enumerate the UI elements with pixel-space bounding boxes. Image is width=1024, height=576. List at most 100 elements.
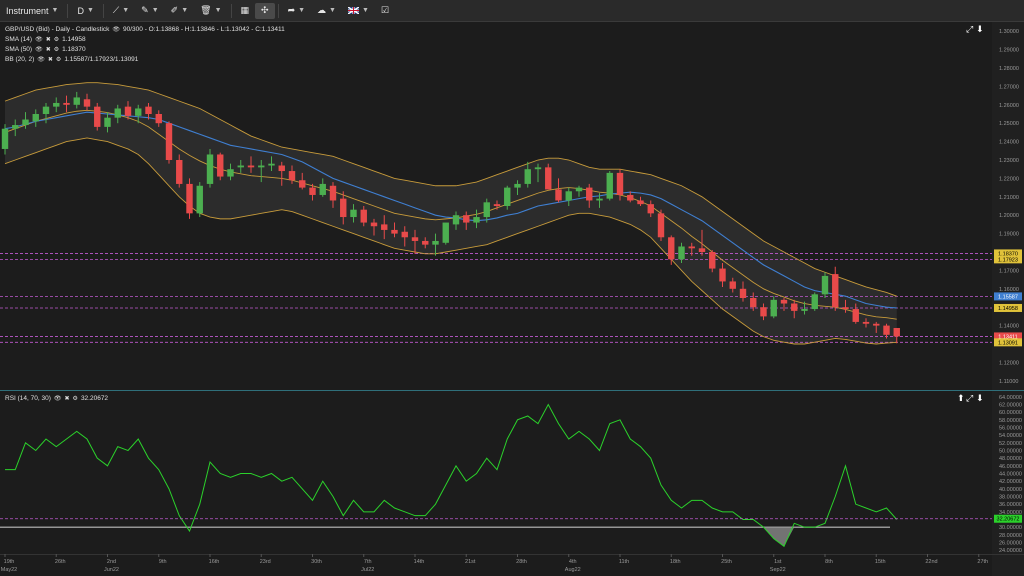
- x-tick-label: 15th: [875, 559, 886, 565]
- rsi-y-tick-label: 26.00000: [999, 541, 1022, 547]
- trash-icon: 🗑: [200, 5, 212, 15]
- y-tick-label: 1.28000: [999, 66, 1019, 72]
- sma50-label: SMA (50): [5, 46, 33, 53]
- gear-icon[interactable]: ⚙: [54, 35, 59, 45]
- trash-button[interactable]: 🗑 ▼: [194, 0, 227, 22]
- sma50-value: 1.18370: [62, 46, 86, 53]
- rsi-value: 32.20672: [80, 395, 109, 402]
- chevron-down-icon: ▼: [214, 7, 222, 14]
- language-button[interactable]: ▼: [342, 0, 375, 22]
- chevron-down-icon: ▼: [86, 7, 94, 14]
- pencil-ruler-icon: ✐: [170, 5, 179, 15]
- toolbar: Instrument ▼ D ▼ ⟋ ▼ ✎ ▼ ✐ ▼ 🗑 ▼ ▦ ✣ ➦ ▼ ☁ ▼ ▼ ☑: [0, 0, 1024, 22]
- candle: [893, 327, 900, 337]
- flag-uk-icon: [347, 7, 359, 14]
- y-tick-label: 1.17000: [999, 268, 1019, 274]
- candle: [319, 183, 326, 195]
- gear-icon[interactable]: ⚙: [56, 55, 61, 65]
- candle: [299, 180, 306, 188]
- expand-icon[interactable]: ⤢: [966, 24, 973, 35]
- candle: [370, 222, 378, 227]
- arrow-down-icon[interactable]: ⬇: [976, 24, 984, 35]
- candle: [432, 240, 439, 245]
- x-tick-label: 16th: [209, 559, 220, 565]
- close-icon[interactable]: ✖: [46, 45, 51, 55]
- price-badge-label: 1.14958: [998, 306, 1018, 312]
- candle: [606, 172, 613, 199]
- x-tick-label: 2nd: [107, 559, 116, 565]
- candle: [452, 215, 460, 225]
- candle: [237, 165, 244, 168]
- rsi-y-tick-label: 52.00000: [999, 441, 1022, 447]
- arrow-up-icon[interactable]: ⬆: [957, 393, 965, 404]
- candle: [196, 185, 203, 214]
- chevron-down-icon: ▼: [361, 7, 369, 14]
- eye-icon[interactable]: 👁: [37, 55, 45, 65]
- candle: [135, 108, 142, 116]
- draw-line-button[interactable]: ⟋ ▼: [107, 0, 135, 22]
- eye-icon[interactable]: 👁: [35, 35, 43, 45]
- sma14-label: SMA (14): [5, 36, 33, 43]
- x-tick-label: 23rd: [260, 559, 271, 565]
- share-icon: ➦: [287, 5, 296, 15]
- close-icon[interactable]: ✖: [48, 55, 53, 65]
- candle: [422, 240, 429, 245]
- x-tick-label: 4th: [569, 559, 577, 565]
- eye-icon[interactable]: 👁: [35, 45, 43, 55]
- gear-icon[interactable]: ⚙: [73, 394, 78, 404]
- share-button[interactable]: ➦ ▼: [282, 0, 311, 22]
- candle: [842, 307, 849, 310]
- candle: [176, 160, 183, 184]
- rsi-y-tick-label: 54.00000: [999, 433, 1022, 439]
- candle: [524, 169, 531, 184]
- y-tick-label: 1.25000: [999, 121, 1019, 127]
- x-tick-label: 14th: [414, 559, 425, 565]
- timeframe-label: D: [77, 5, 84, 16]
- close-icon[interactable]: ✖: [65, 394, 70, 404]
- pen-button[interactable]: ✎ ▼: [135, 0, 164, 22]
- pen-icon: ✎: [141, 5, 149, 15]
- rsi-y-tick-label: 38.00000: [999, 495, 1022, 501]
- y-tick-label: 1.19000: [999, 232, 1019, 238]
- crosshair-button[interactable]: ✣: [255, 2, 275, 19]
- x-tick-label: 22nd: [925, 559, 937, 565]
- expand-icon[interactable]: ⤢: [966, 393, 973, 404]
- candle: [483, 202, 490, 218]
- candle: [114, 108, 121, 118]
- candle: [873, 323, 880, 326]
- bb-label: BB (20, 2): [5, 56, 35, 63]
- checkbox-button[interactable]: ☑: [375, 0, 395, 22]
- candle: [309, 187, 316, 195]
- y-tick-label: 1.12000: [999, 360, 1019, 366]
- main-legend: GBP/USD (Bid) - Daily - Candlestick 👁 90…: [5, 25, 285, 65]
- instrument-menu[interactable]: Instrument ▼: [0, 0, 64, 22]
- candle: [360, 209, 367, 223]
- candle: [145, 106, 152, 114]
- cloud-button[interactable]: ☁ ▼: [311, 0, 342, 22]
- close-icon[interactable]: ✖: [46, 35, 51, 45]
- candle: [155, 114, 162, 124]
- x-tick-sublabel: May22: [1, 567, 18, 573]
- candle: [729, 281, 736, 289]
- candle: [616, 172, 624, 195]
- rsi-y-tick-label: 30.00000: [999, 525, 1022, 531]
- arrow-down-icon[interactable]: ⬇: [976, 393, 984, 404]
- pencil-ruler-button[interactable]: ✐ ▼: [165, 0, 194, 22]
- candle: [647, 204, 654, 214]
- eye-icon[interactable]: 👁: [54, 394, 62, 404]
- eye-icon[interactable]: 👁: [112, 25, 120, 35]
- chevron-down-icon: ▼: [329, 7, 336, 14]
- candle: [278, 165, 285, 172]
- candle: [668, 237, 675, 260]
- x-tick-label: 11th: [619, 559, 629, 565]
- y-tick-label: 1.20000: [999, 213, 1019, 219]
- x-tick-sublabel: Aug22: [565, 567, 581, 573]
- candle: [401, 231, 408, 238]
- timeframe-menu[interactable]: D ▼: [71, 0, 99, 22]
- layout-button[interactable]: ▦: [235, 0, 256, 22]
- candle: [350, 209, 357, 218]
- chart-canvas[interactable]: 1.30000 1.29000 1.28000 1.27000 1.26000 1.250…: [0, 22, 1024, 576]
- x-tick-label: 9th: [159, 559, 167, 565]
- candle: [442, 222, 449, 243]
- gear-icon[interactable]: ⚙: [54, 45, 59, 55]
